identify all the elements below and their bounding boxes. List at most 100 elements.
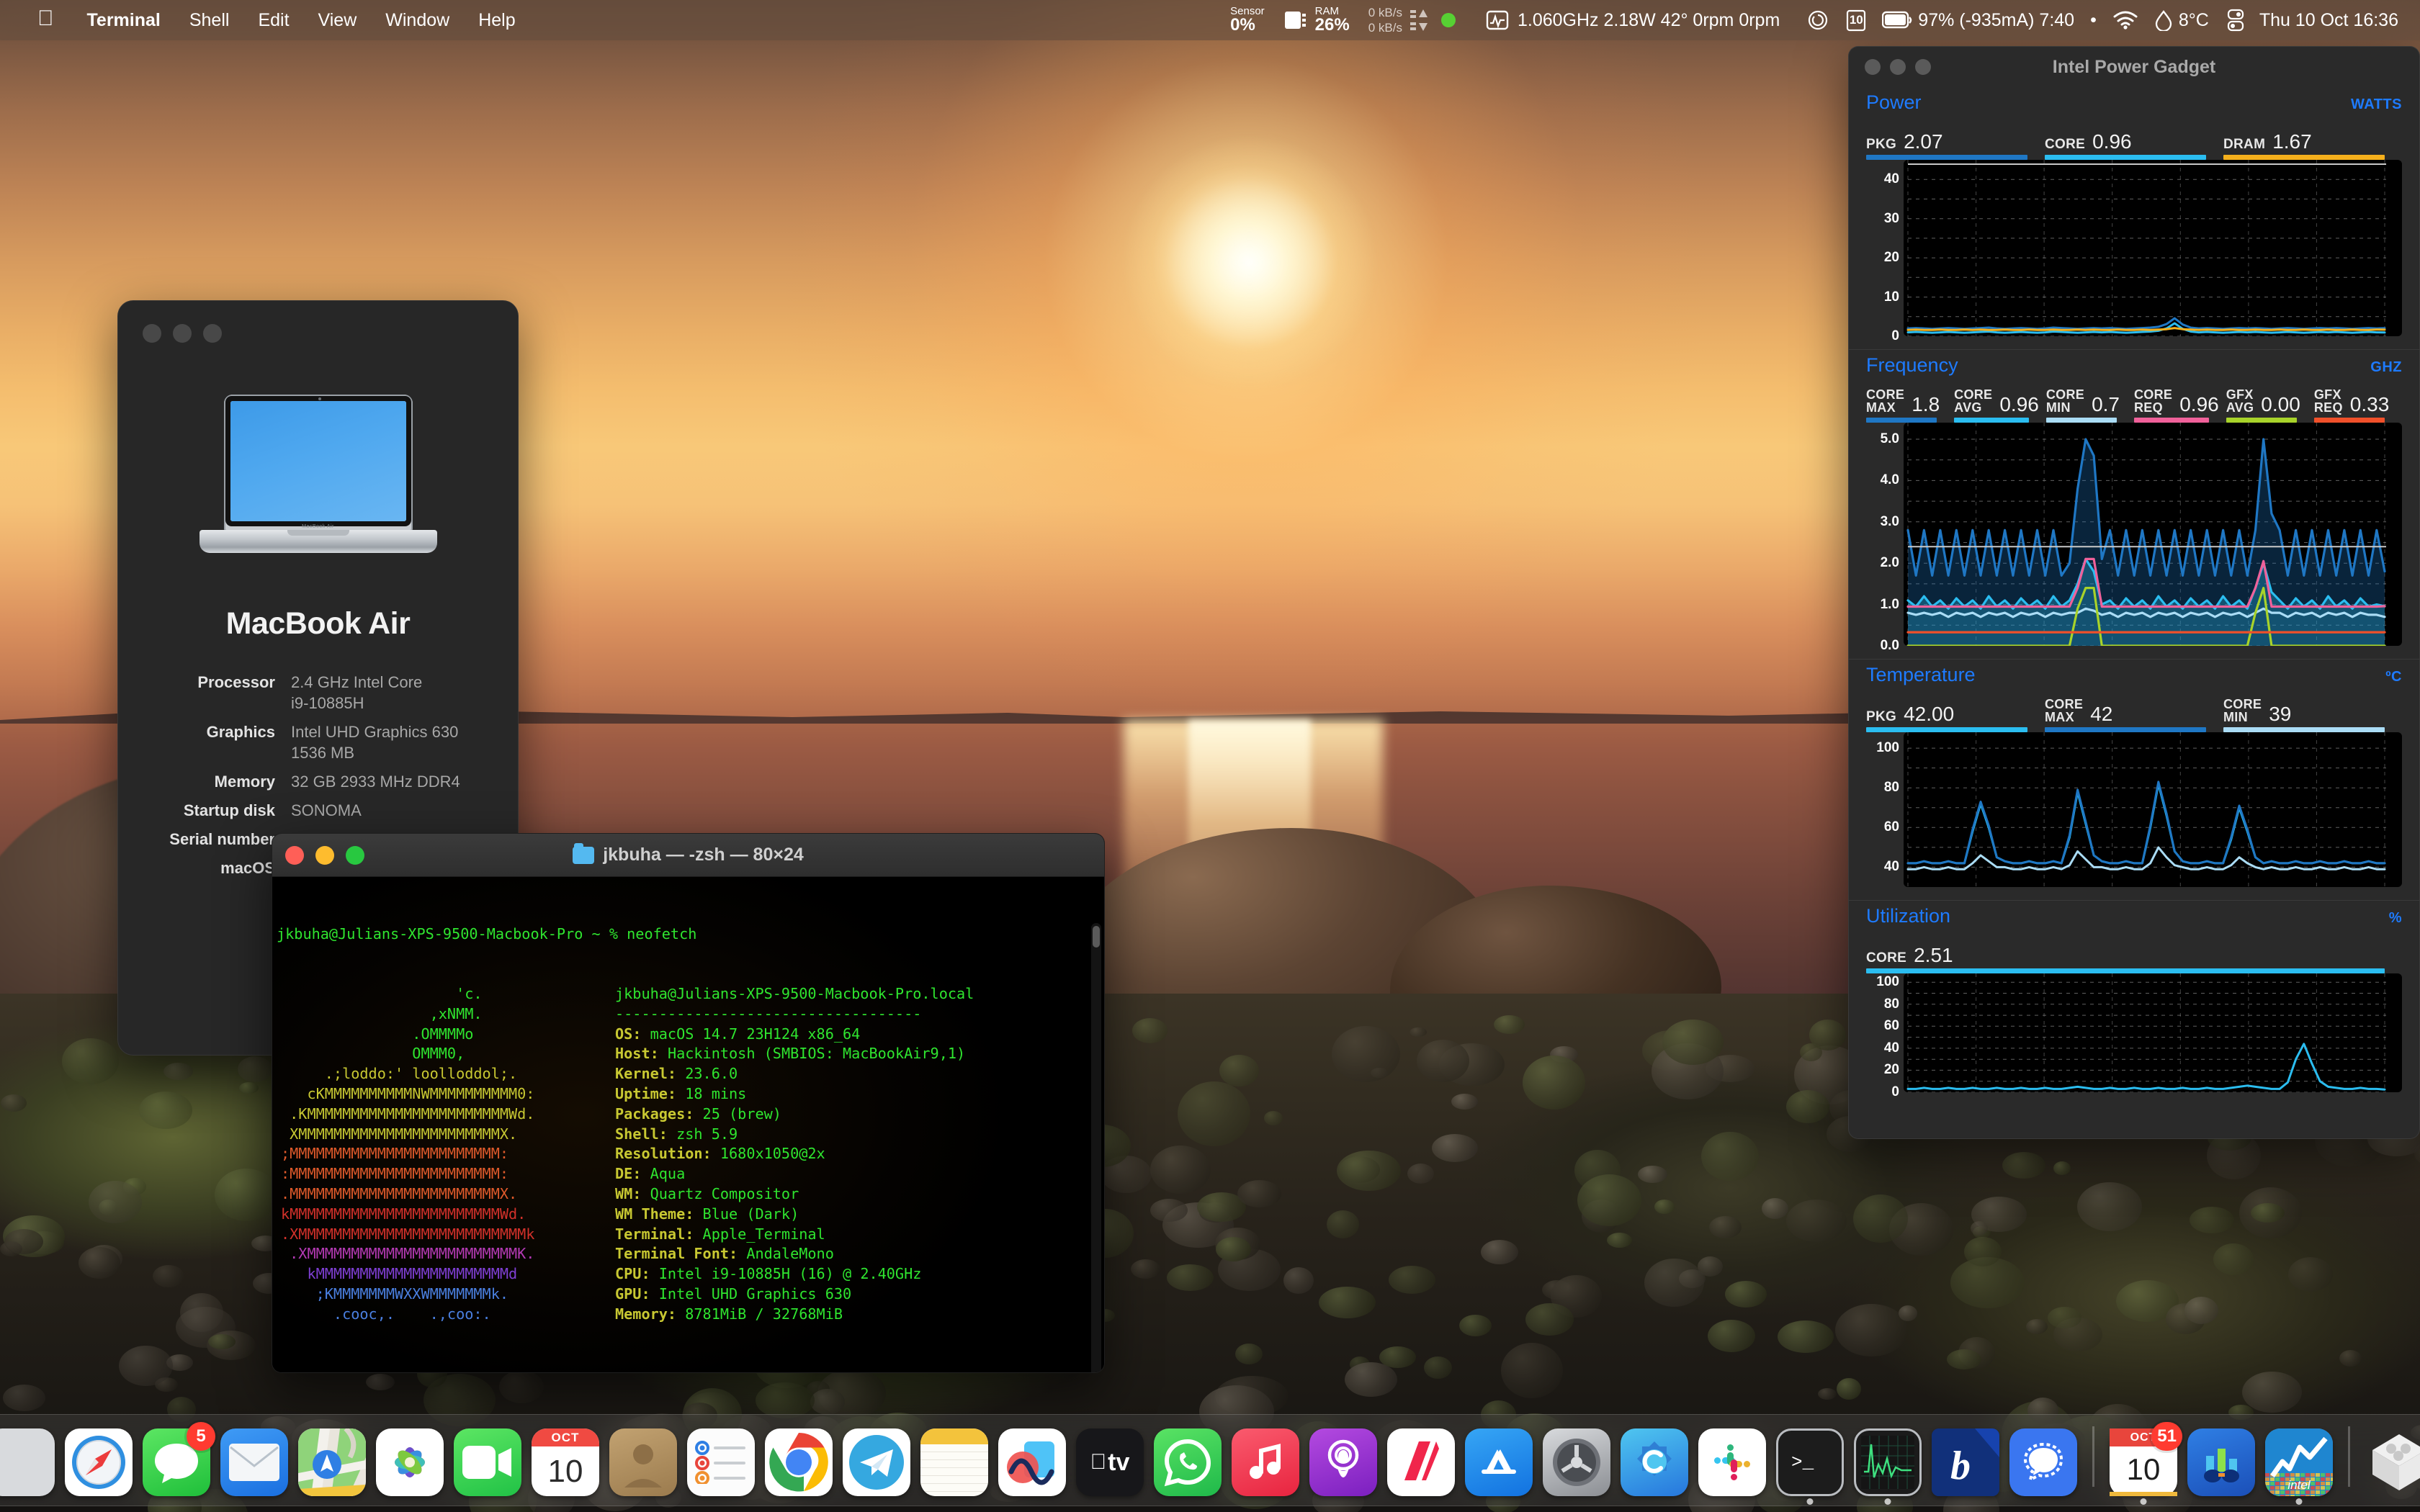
dock-item-system-settings[interactable] [1539,1425,1614,1500]
dock-item-news[interactable] [1384,1425,1458,1500]
dock-item-podcasts[interactable] [1306,1425,1381,1500]
ascii-art-line: :MMMMMMMMMMMMMMMMMMMMMMMM: [281,1164,615,1184]
chart-plot-area [1904,423,2402,646]
dock-item-slack[interactable] [1695,1425,1770,1500]
dock-item-appletv[interactable]: tv [1072,1425,1147,1500]
dock-item-fantastical[interactable]: OCT1051 [2106,1425,2181,1500]
apple-menu-icon[interactable]:  [37,8,54,30]
dock-item-notes[interactable] [917,1425,992,1500]
ipg-metric-color-bar [2045,727,2206,732]
dock-item-freeform[interactable] [995,1425,1070,1500]
neofetch-info-line: Terminal Font: AndaleMono [615,1244,1104,1264]
status-sensor[interactable]: Sensor 0% [1230,6,1265,35]
ipg-metric-top: PKG42.00 [1866,689,2038,724]
status-battery[interactable]: 97% (-935mA) 7:40 [1882,10,2074,31]
dock-item-mail[interactable] [217,1425,292,1500]
spec-label: Startup disk [118,800,291,821]
menu-item-help[interactable]: Help [464,10,529,31]
neofetch-info-line: Packages: 25 (brew) [615,1104,1104,1125]
ascii-art-line: .cooc,. .,coo:. [281,1305,615,1325]
ipg-metric-color-bar [1866,727,2027,732]
terminal-titlebar[interactable]: jkbuha — -zsh — 80×24 [272,834,1104,877]
status-weather[interactable]: 8°C [2154,9,2209,31]
dock-item-photos[interactable] [372,1425,447,1500]
toggle-icon [2226,9,2245,32]
terminal-title-text: jkbuha — -zsh — 80×24 [603,845,804,865]
neofetch-info-value: Intel i9-10885H (16) @ 2.40GHz [659,1265,922,1282]
close-button[interactable] [143,324,161,343]
neofetch-info-value: 23.6.0 [685,1065,738,1082]
status-cpu-stats[interactable]: 1.060GHz 2.18W 42° 0rpm 0rpm [1486,9,1780,32]
neofetch-apple-logo-art: 'c. ,xNMM. .OMMMMo OMMM0, .;loddo:' lool… [277,984,615,1325]
dock-item-intel-power-gadget[interactable]: intel [2262,1425,2336,1500]
close-button[interactable] [285,846,304,865]
status-calendar[interactable]: 10 [1846,9,1866,32]
maximize-button[interactable] [1915,59,1931,75]
ipg-titlebar[interactable]: Intel Power Gadget [1849,47,2419,87]
dock-item-whatsapp[interactable] [1150,1425,1225,1500]
dock-item-appstore[interactable] [1461,1425,1536,1500]
dock-item-calendar[interactable]: OCT10 [528,1425,603,1500]
chart-y-tick: 60 [1884,1018,1899,1034]
minimize-button[interactable] [1890,59,1906,75]
dock-item-cleanmymac[interactable] [1617,1425,1692,1500]
minimize-button[interactable] [315,846,334,865]
menu-item-window[interactable]: Window [371,10,464,31]
menu-item-view[interactable]: View [304,10,372,31]
minimize-button[interactable] [173,324,192,343]
dock-item-stats[interactable] [2184,1425,2259,1500]
dock-item-telegram[interactable] [839,1425,914,1500]
about-window-titlebar[interactable] [118,301,518,366]
dock-item-downloads-stack[interactable] [2362,1425,2420,1500]
terminal-scrollbar[interactable] [1091,923,1101,1373]
dock[interactable]: 5 OCT10 tv >_ b OCT1051 intel [0,1414,2420,1506]
close-button[interactable] [1865,59,1881,75]
ipg-section-name: Frequency [1866,354,1958,377]
ipg-metric: CORE2.51 [1866,930,2402,973]
maximize-button[interactable] [203,324,222,343]
about-traffic-lights[interactable] [143,324,222,343]
dock-item-reminders[interactable] [684,1425,758,1500]
dock-item-backblaze[interactable]: b [1928,1425,2003,1500]
dock-item-chrome[interactable] [761,1425,836,1500]
menu-item-terminal[interactable]: Terminal [73,10,175,31]
dock-item-maps[interactable] [295,1425,369,1500]
chart-y-tick: 2.0 [1881,555,1899,571]
dock-item-music[interactable] [1228,1425,1303,1500]
dock-badge: 51 [2151,1422,2182,1451]
ipg-metric-top: GFXREQ0.33 [2314,379,2395,414]
status-ram[interactable]: RAM 26% [1283,6,1350,35]
status-network[interactable]: 0 kB/s 0 kB/s [1368,5,1456,36]
ipg-traffic-lights[interactable] [1865,59,1931,75]
intel-power-gadget-window[interactable]: Intel Power Gadget PowerWATTSPKG2.07CORE… [1848,46,2420,1139]
chart-y-tick: 30 [1884,211,1899,227]
menu-item-edit[interactable]: Edit [243,10,303,31]
maximize-button[interactable] [346,846,364,865]
dock-item-activity-monitor[interactable] [1850,1425,1925,1500]
ipg-metric-value: 0.7 [2092,395,2120,415]
ipg-metric-top: COREMAX42 [2045,689,2216,724]
menu-bar-status-area: Sensor 0% RAM 26% 0 kB/s 0 kB/s [1211,5,2403,36]
dock-item-terminal[interactable]: >_ [1773,1425,1847,1500]
dock-item-signal[interactable] [2006,1425,2081,1500]
menu-item-shell[interactable]: Shell [175,10,244,31]
terminal-scrollbar-thumb[interactable] [1093,926,1100,948]
dock-item-messages[interactable]: 5 [139,1425,214,1500]
terminal-traffic-lights[interactable] [285,846,364,865]
dock-item-facetime[interactable] [450,1425,525,1500]
ipg-metric-top: COREMAX1.8 [1866,379,1947,414]
dock-item-contacts[interactable] [606,1425,681,1500]
menu-bar-clock[interactable]: Thu 10 Oct 16:36 [2259,10,2398,31]
status-siri[interactable] [2226,9,2245,32]
status-wifi[interactable] [2112,10,2138,30]
status-control-center[interactable] [1807,9,1829,31]
ipg-metric-top: COREREQ0.96 [2134,379,2219,414]
neofetch-info-line: WM: Quartz Compositor [615,1184,1104,1205]
neofetch-info-value: zsh 5.9 [676,1125,738,1143]
ipg-metric: PKG2.07 [1866,117,2045,160]
terminal-window[interactable]: jkbuha — -zsh — 80×24 jkbuha@Julians-XPS… [272,833,1105,1373]
terminal-content[interactable]: jkbuha@Julians-XPS-9500-Macbook-Pro ~ % … [272,877,1104,1373]
dock-item-safari[interactable] [61,1425,136,1500]
control-center-icon [1807,9,1829,31]
dock-item-launchpad[interactable] [0,1425,58,1500]
